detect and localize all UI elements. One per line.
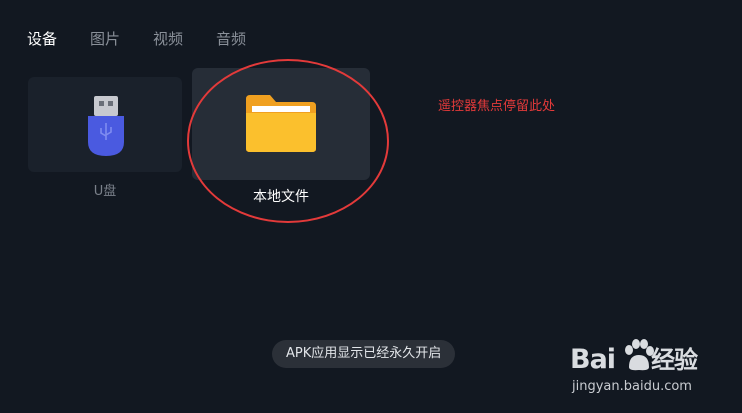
focus-highlight-circle xyxy=(187,59,389,223)
watermark-url: jingyan.baidu.com xyxy=(572,379,692,394)
focus-annotation: 遥控器焦点停留此处 xyxy=(438,99,556,114)
tab-pictures[interactable]: 图片 xyxy=(90,28,120,49)
baidu-jingyan-watermark: Bai 经验 jingyan.baidu.com xyxy=(566,330,736,408)
category-tabs: 设备 图片 视频 音频 xyxy=(27,28,279,49)
tab-devices[interactable]: 设备 xyxy=(27,28,57,49)
toast-message: APK应用显示已经永久开启 xyxy=(272,340,456,368)
tab-audio[interactable]: 音频 xyxy=(216,28,246,49)
paw-icon xyxy=(625,339,654,371)
usb-drive-label: U盘 xyxy=(93,184,117,199)
tab-videos[interactable]: 视频 xyxy=(153,28,183,49)
usb-drive-icon xyxy=(88,96,124,156)
